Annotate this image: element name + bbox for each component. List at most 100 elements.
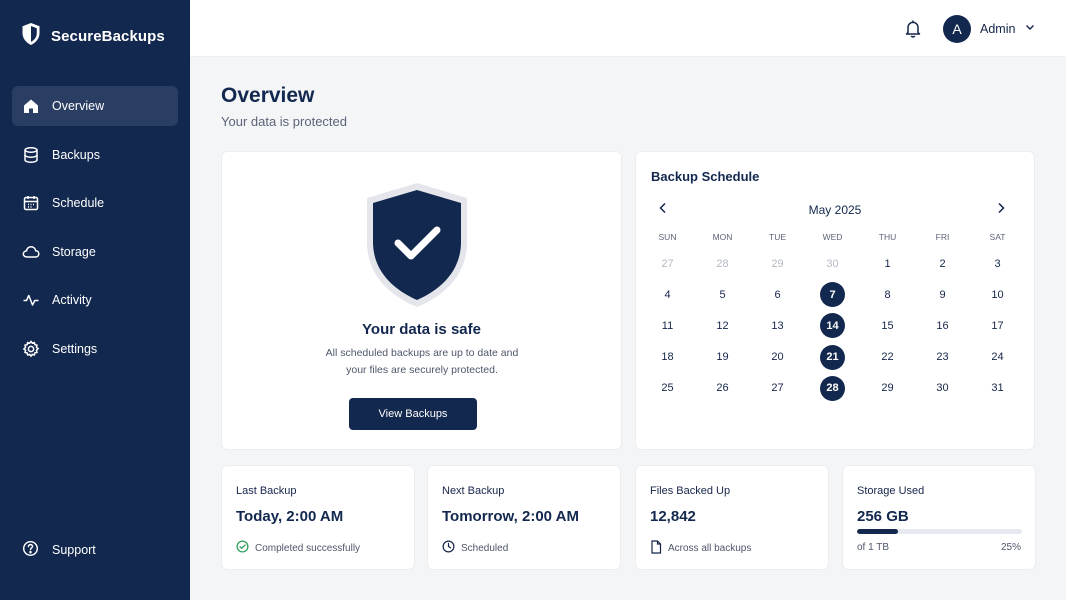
calendar-day-number: 19 <box>716 351 729 364</box>
calendar-day-number: 20 <box>771 351 784 364</box>
sidebar-item-settings[interactable]: Settings <box>12 329 178 369</box>
help-icon <box>22 540 39 560</box>
calendar-day[interactable]: 11 <box>640 310 695 341</box>
calendar-day-number: 29 <box>881 382 894 395</box>
calendar-day-number: 21 <box>820 344 845 370</box>
calendar-day-number: 27 <box>771 382 784 395</box>
clock-icon <box>442 540 455 556</box>
calendar-day-number: 12 <box>716 319 729 332</box>
calendar-day[interactable]: 8 <box>860 279 915 310</box>
bell-icon[interactable] <box>904 19 922 43</box>
stat-meta: Completed successfully <box>236 540 360 556</box>
calendar-day[interactable]: 17 <box>970 310 1025 341</box>
user-menu[interactable]: A Admin <box>943 15 1036 43</box>
calendar-day[interactable]: 27 <box>750 373 805 404</box>
calendar-day[interactable]: 19 <box>695 342 750 373</box>
calendar-day-scheduled[interactable]: 28 <box>805 373 860 404</box>
sidebar-item-label: Storage <box>52 244 96 259</box>
calendar-grid: SUN MON TUE WED THU FRI SAT 27 28 29 30 1 2 3 4 5 6 7 8 9 1… <box>640 232 1025 404</box>
user-name: Admin <box>980 22 1016 36</box>
calendar-day-number: 30 <box>936 382 949 395</box>
calendar-day-number: 16 <box>936 319 949 332</box>
sidebar-item-overview[interactable]: Overview <box>12 86 178 126</box>
calendar-day-number: 9 <box>939 288 946 301</box>
sidebar-item-label: Overview <box>52 99 105 113</box>
calendar-day[interactable]: 1 <box>860 248 915 279</box>
stat-label: Storage Used <box>857 485 925 497</box>
sidebar-item-activity[interactable]: Activity <box>12 280 178 320</box>
stat-value: Today, 2:00 AM <box>236 508 344 525</box>
calendar-day[interactable]: 5 <box>695 279 750 310</box>
sidebar-item-storage[interactable]: Storage <box>12 232 178 272</box>
calendar-day-number: 14 <box>820 313 845 339</box>
calendar-day[interactable]: 23 <box>915 342 970 373</box>
calendar-day-scheduled[interactable]: 21 <box>805 342 860 373</box>
database-icon <box>22 146 40 164</box>
calendar-day[interactable]: 27 <box>640 248 695 279</box>
sidebar-item-support[interactable]: Support <box>22 540 96 560</box>
calendar-day-scheduled[interactable]: 7 <box>805 279 860 310</box>
calendar-day-number: 8 <box>884 288 891 301</box>
schedule-title: Backup Schedule <box>651 169 760 184</box>
topbar: A Admin <box>190 0 1066 57</box>
sidebar-item-backups[interactable]: Backups <box>12 135 178 175</box>
calendar-day[interactable]: 13 <box>750 310 805 341</box>
cloud-icon <box>22 243 40 261</box>
calendar-day[interactable]: 30 <box>915 373 970 404</box>
calendar-day[interactable]: 30 <box>805 248 860 279</box>
calendar-day[interactable]: 25 <box>640 373 695 404</box>
calendar-day[interactable]: 31 <box>970 373 1025 404</box>
home-icon <box>22 97 40 115</box>
calendar-week: 25 26 27 28 29 30 31 <box>640 373 1025 404</box>
calendar-day[interactable]: 29 <box>750 248 805 279</box>
calendar-day[interactable]: 29 <box>860 373 915 404</box>
calendar-day[interactable]: 15 <box>860 310 915 341</box>
gear-icon <box>22 339 40 358</box>
stat-meta-text: Completed successfully <box>255 542 361 554</box>
storage-percent: 25% <box>1000 542 1021 553</box>
chevron-right-icon[interactable] <box>994 201 1008 220</box>
calendar-day[interactable]: 26 <box>695 373 750 404</box>
calendar-day[interactable]: 10 <box>970 279 1025 310</box>
calendar-day[interactable]: 22 <box>860 342 915 373</box>
calendar-weekday-row: SUN MON TUE WED THU FRI SAT <box>640 232 1025 248</box>
stat-meta-text: Across all backups <box>668 543 752 554</box>
stat-meta-text: Scheduled <box>461 542 509 554</box>
storage-progress-fill <box>857 529 899 534</box>
status-description: All scheduled backups are up to date and… <box>302 345 542 378</box>
calendar-weekday: TUE <box>769 232 786 242</box>
stat-value: 12,842 <box>650 508 696 525</box>
calendar-day[interactable]: 16 <box>915 310 970 341</box>
calendar-icon <box>22 194 40 212</box>
calendar-day[interactable]: 3 <box>970 248 1025 279</box>
calendar-day-number: 26 <box>716 382 729 395</box>
calendar-day[interactable]: 4 <box>640 279 695 310</box>
calendar-day[interactable]: 2 <box>915 248 970 279</box>
sidebar-item-label: Schedule <box>52 196 105 210</box>
calendar-day-number: 2 <box>939 257 946 270</box>
view-backups-button[interactable]: View Backups <box>349 398 477 430</box>
calendar-day[interactable]: 24 <box>970 342 1025 373</box>
calendar-day-number: 23 <box>936 351 949 364</box>
status-description-line: your files are securely protected. <box>346 363 498 376</box>
calendar-day-number: 7 <box>820 282 845 308</box>
calendar-day[interactable]: 6 <box>750 279 805 310</box>
calendar-day-number: 15 <box>881 319 894 332</box>
stat-value: 256 GB <box>857 508 909 525</box>
calendar-day[interactable]: 20 <box>750 342 805 373</box>
sidebar-item-schedule[interactable]: Schedule <box>12 183 178 223</box>
calendar-day-number: 22 <box>881 351 894 364</box>
files-backed-up-card: Files Backed Up 12,842 Across all backup… <box>635 465 829 570</box>
calendar-day[interactable]: 18 <box>640 342 695 373</box>
calendar-day-number: 4 <box>664 288 671 301</box>
stat-meta: Scheduled <box>442 540 508 556</box>
calendar-day-number: 1 <box>884 257 891 270</box>
calendar-day[interactable]: 12 <box>695 310 750 341</box>
calendar-day[interactable]: 28 <box>695 248 750 279</box>
stat-meta: Across all backups <box>650 540 751 557</box>
brand[interactable]: SecureBackups <box>21 22 165 51</box>
calendar-day[interactable]: 9 <box>915 279 970 310</box>
calendar-day-number: 18 <box>661 351 674 364</box>
calendar-week: 4 5 6 7 8 9 10 <box>640 279 1025 310</box>
calendar-day-scheduled[interactable]: 14 <box>805 310 860 341</box>
